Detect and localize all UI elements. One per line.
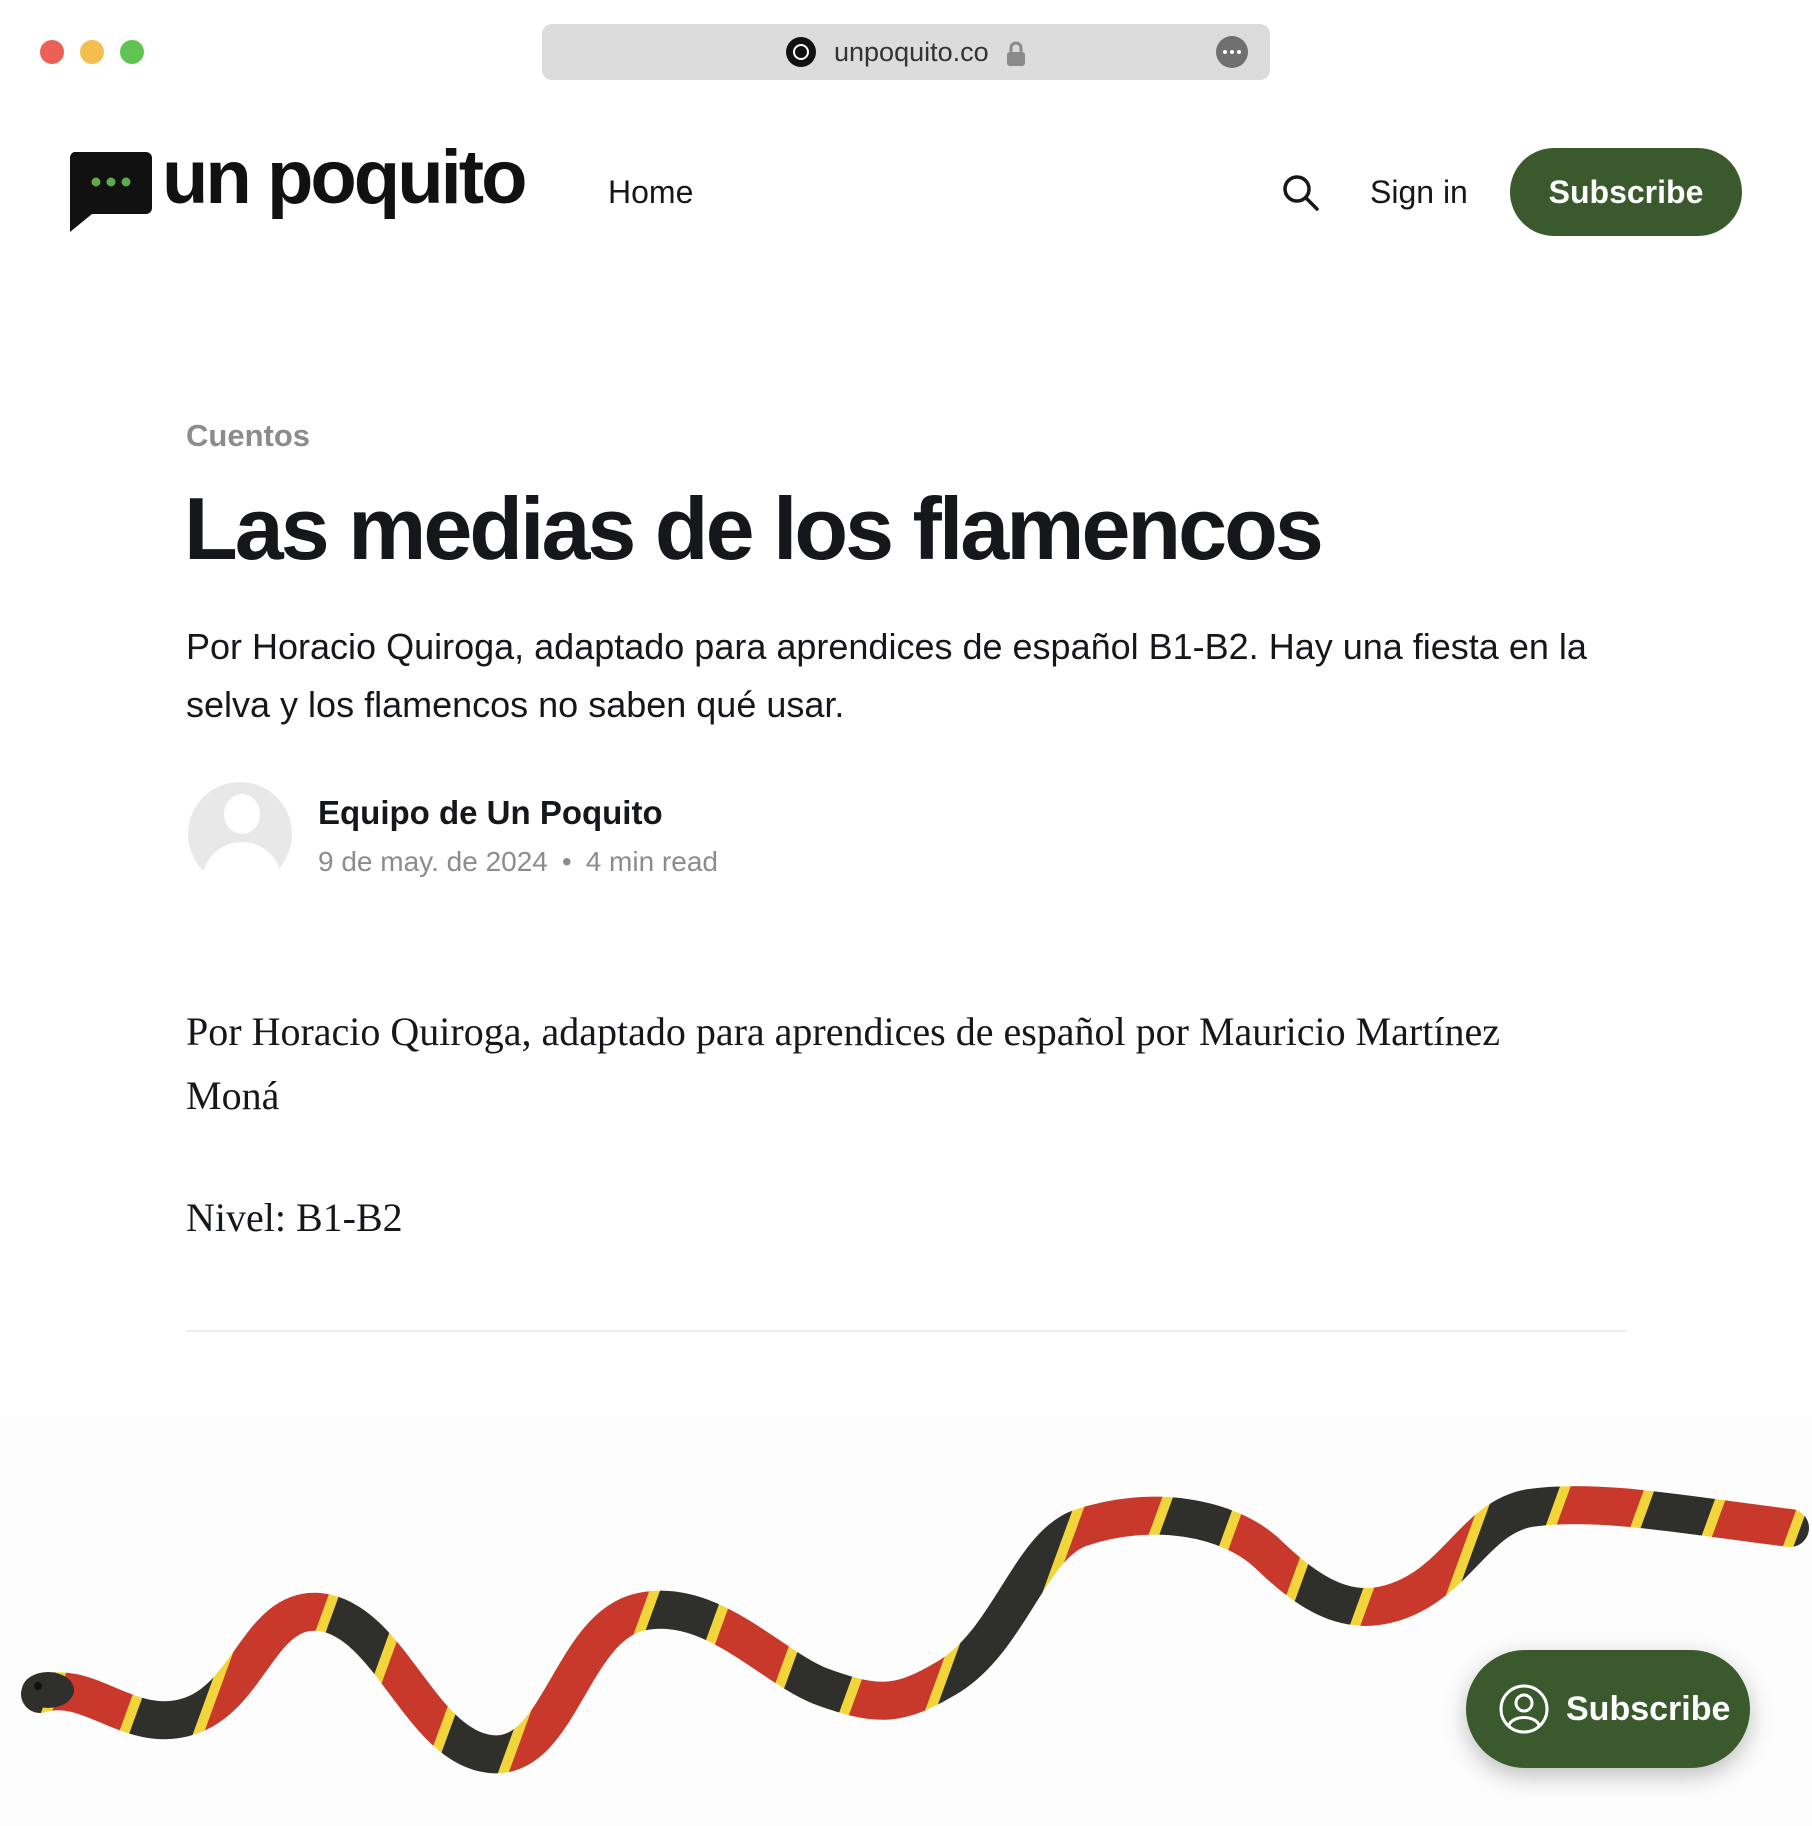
search-icon[interactable] [1280,172,1320,212]
more-options-icon[interactable] [1216,36,1248,68]
content-divider [186,1330,1626,1332]
logo-wordmark: un poquito [162,135,528,220]
author-name-link[interactable]: Equipo de Un Poquito [318,794,663,832]
body-paragraph: Nivel: B1-B2 [186,1195,403,1240]
user-circle-icon [1499,1684,1549,1734]
site-favicon-icon [786,37,816,67]
nav-home-link[interactable]: Home [608,174,693,211]
chat-bubble-logo-icon [69,152,152,232]
window-close-button[interactable] [40,40,64,64]
author-avatar[interactable] [188,782,292,886]
publish-date: 9 de may. de 2024 [318,846,548,877]
article-tag-link[interactable]: Cuentos [186,418,310,454]
address-bar-url: unpoquito.co [834,37,989,67]
floating-subscribe-button[interactable]: Subscribe [1466,1650,1750,1768]
avatar-placeholder-head [224,794,260,834]
subscribe-button[interactable]: Subscribe [1510,148,1742,236]
article-excerpt: Por Horacio Quiroga, adaptado para apren… [186,626,1587,725]
article-meta: 9 de may. de 2024 • 4 min read [318,846,718,878]
body-paragraph: Por Horacio Quiroga, adaptado para apren… [186,1009,1500,1118]
meta-separator: • [561,846,572,877]
read-time: 4 min read [585,846,718,877]
address-bar[interactable]: unpoquito.co [542,24,1270,80]
floating-subscribe-label: Subscribe [1566,1690,1731,1728]
browser-chrome: unpoquito.co [0,0,1812,104]
sign-in-link[interactable]: Sign in [1370,174,1468,211]
avatar-placeholder-body [202,842,282,886]
article-title: Las medias de los flamencos [184,479,1324,578]
window-minimize-button[interactable] [80,40,104,64]
lock-icon [1007,41,1025,66]
window-zoom-button[interactable] [120,40,144,64]
